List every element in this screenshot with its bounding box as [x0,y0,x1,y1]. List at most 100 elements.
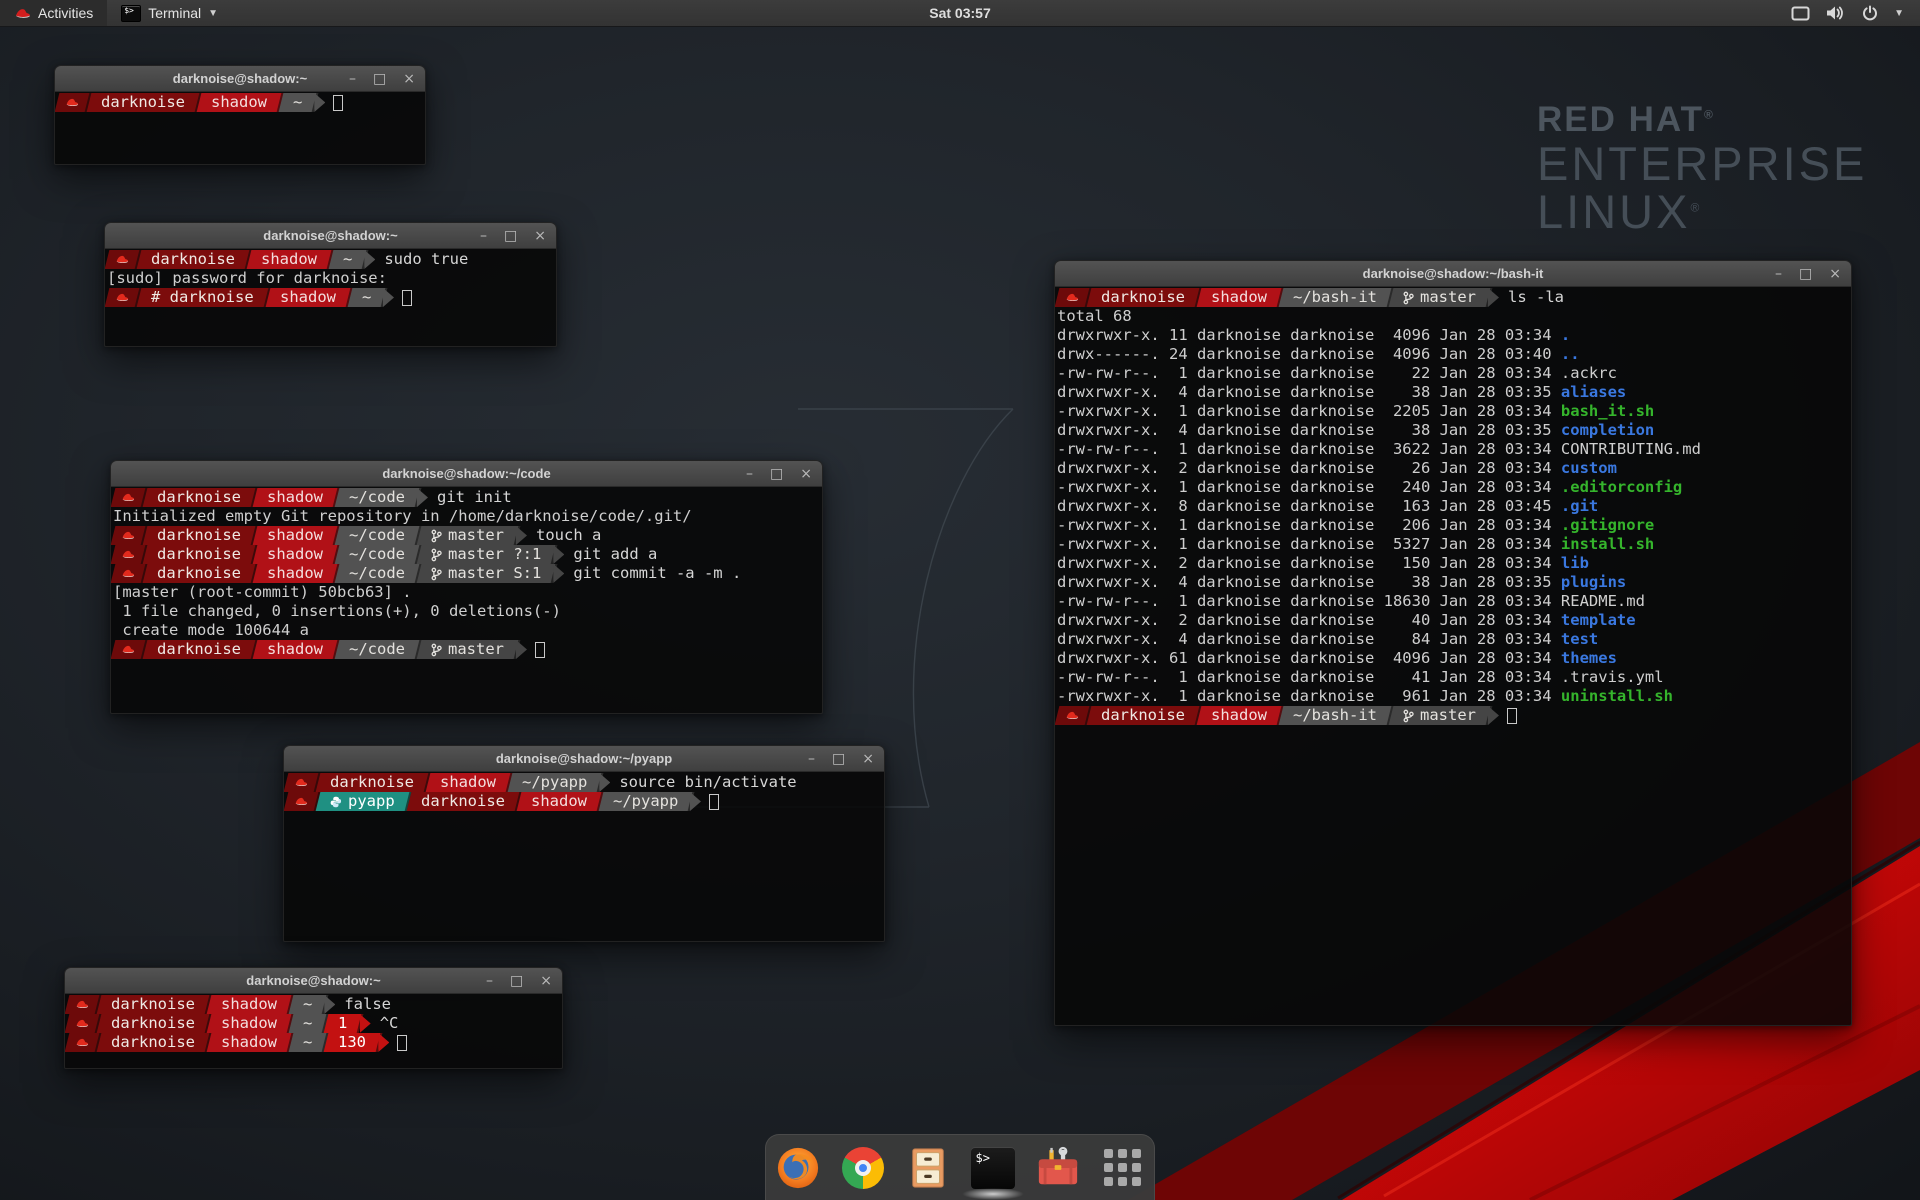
terminal-line: darknoiseshadow~false [67,995,562,1014]
close-button[interactable]: × [800,467,812,481]
output-text: Initialized empty Git repository in /hom… [113,507,692,526]
file-row-meta: drwxrwxr-x. 4 darknoise darknoise 84 Jan… [1057,630,1561,649]
file-name: README.md [1561,592,1645,611]
file-list-row: drwxrwxr-x. 2 darknoise darknoise 26 Jan… [1057,459,1851,478]
file-name: . [1561,326,1570,345]
close-button[interactable]: × [534,229,546,243]
files-icon[interactable] [905,1145,951,1191]
file-list-row: drwxrwxr-x. 2 darknoise darknoise 40 Jan… [1057,611,1851,630]
prompt-user-segment: darknoise [87,93,202,112]
redhat-icon [75,999,89,1010]
minimize-button[interactable]: – [349,72,356,86]
window-buttons: – □ × [349,66,415,91]
close-button[interactable]: × [540,974,552,988]
prompt-user-segment: darknoise [143,526,258,545]
terminal-content[interactable]: darknoiseshadow~sudo true[sudo] password… [105,249,556,346]
file-name: .. [1561,345,1580,364]
maximize-button[interactable]: □ [1799,267,1812,281]
chrome-hub [855,1160,871,1176]
dock: $> [765,1134,1155,1200]
prompt-user-segment: darknoise [97,995,212,1014]
file-name: .git [1561,497,1598,516]
minimize-button[interactable]: – [486,974,493,988]
clock[interactable]: Sat 03:57 [929,5,990,21]
terminal-line: Initialized empty Git repository in /hom… [113,507,822,526]
prompt-host-segment: shadow [1197,288,1284,307]
window-titlebar[interactable]: darknoise@shadow:~/pyapp–□× [284,746,884,772]
activities-button[interactable]: Activities [0,0,107,26]
prompt-path-segment: ~ [329,250,369,269]
file-name: template [1561,611,1636,630]
window-buttons: – □ × [486,968,552,993]
prompt-git-segment: master [417,640,521,659]
terminal-content[interactable]: darknoiseshadow~/bash-itmasterls -latota… [1055,287,1851,1025]
terminal-cursor [535,642,545,658]
prompt-user-segment: darknoise [143,640,258,659]
prompt-path-segment: ~/code [335,640,422,659]
terminal-cursor [402,290,412,306]
maximize-button[interactable]: □ [373,72,386,86]
maximize-button[interactable]: □ [832,752,845,766]
power-icon [1862,5,1878,21]
git-branch-icon [1403,291,1414,305]
chevron-down-icon: ▼ [208,8,218,19]
maximize-button[interactable]: □ [504,229,517,243]
prompt-arrow-tip [417,488,428,507]
prompt-arrow-tip [516,640,527,659]
file-name: bash_it.sh [1561,402,1654,421]
window-titlebar[interactable]: darknoise@shadow:~/bash-it – □ × [1055,261,1851,287]
minimize-button[interactable]: – [1775,267,1782,281]
window-title: darknoise@shadow:~/bash-it [1363,266,1544,281]
redhat-icon [115,292,129,303]
chrome-icon[interactable] [840,1145,886,1191]
prompt-user-segment: darknoise [406,792,521,811]
output-text: total 68 [1057,307,1132,326]
desktop: RED HAT® ENTERPRISE LINUX® Activities $>… [0,0,1920,1200]
window-titlebar[interactable]: darknoise@shadow:~–□× [55,66,425,92]
redhat-icon [1065,710,1079,721]
prompt-path-segment: ~ [289,995,329,1014]
redhat-icon [14,7,31,20]
system-status-area[interactable]: ▼ [1783,0,1912,26]
app-grid-icon[interactable] [1100,1145,1146,1191]
prompt-git-segment: master [1389,288,1493,307]
prompt-host-segment: shadow [1197,706,1284,725]
window-titlebar[interactable]: darknoise@shadow:~–□× [105,223,556,249]
command-text: sudo true [384,250,468,269]
file-list-row: drwxrwxr-x. 4 darknoise darknoise 38 Jan… [1057,573,1851,592]
terminal-content[interactable]: darknoiseshadow~/codegit initInitialized… [111,487,822,713]
close-button[interactable]: × [862,752,874,766]
volume-icon [1826,5,1846,21]
prompt-hat-segment [111,488,147,507]
window-titlebar[interactable]: darknoise@shadow:~–□× [65,968,562,994]
prompt-hat-segment [65,1014,101,1033]
minimize-button[interactable]: – [746,467,753,481]
file-list-row: drwxrwxr-x. 2 darknoise darknoise 150 Ja… [1057,554,1851,573]
prompt-arrow-tip [378,1033,389,1052]
terminal-icon[interactable]: $> [970,1145,1016,1191]
file-name: test [1561,630,1598,649]
close-button[interactable]: × [1829,267,1841,281]
prompt-path-segment: ~/pyapp [508,773,604,792]
terminal-line: darknoiseshadow~sudo true [107,250,556,269]
terminal-content[interactable]: darknoiseshadow~/pyappsource bin/activat… [284,772,884,941]
minimize-button[interactable]: – [808,752,815,766]
file-name: custom [1561,459,1617,478]
prompt-host-segment: shadow [253,526,340,545]
prompt-host-segment: shadow [516,792,603,811]
file-row-meta: drwxrwxr-x. 2 darknoise darknoise 40 Jan… [1057,611,1561,630]
firefox-icon[interactable] [775,1145,821,1191]
maximize-button[interactable]: □ [510,974,523,988]
app-menu-terminal[interactable]: $> Terminal ▼ [107,0,232,26]
prompt-hat-segment [105,288,141,307]
window-buttons: – □ × [1775,261,1841,286]
window-titlebar[interactable]: darknoise@shadow:~/code–□× [111,461,822,487]
toolbox-icon[interactable] [1035,1145,1081,1191]
terminal-content[interactable]: darknoiseshadow~ [55,92,425,164]
close-button[interactable]: × [403,72,415,86]
maximize-button[interactable]: □ [770,467,783,481]
prompt-path-segment: ~ [347,288,387,307]
minimize-button[interactable]: – [480,229,487,243]
terminal-content[interactable]: darknoiseshadow~falsedarknoiseshadow~1^C… [65,994,562,1068]
file-list-row: drwxrwxr-x. 4 darknoise darknoise 38 Jan… [1057,421,1851,440]
